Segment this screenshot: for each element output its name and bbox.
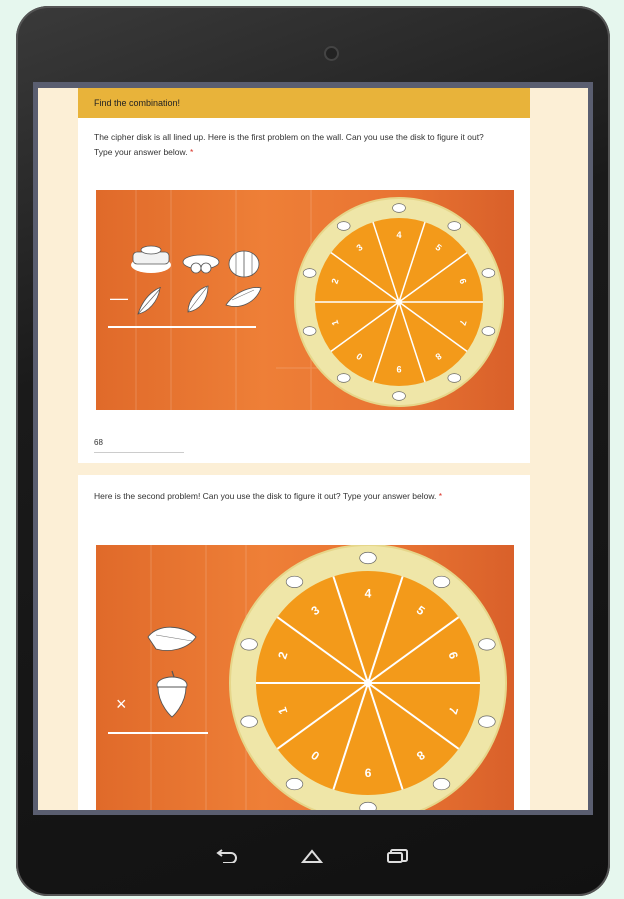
home-icon[interactable] bbox=[298, 845, 326, 867]
ring-symbol-icon bbox=[285, 575, 304, 588]
android-nav-bar bbox=[0, 826, 624, 886]
required-asterisk: * bbox=[189, 147, 194, 157]
ring-symbol-icon bbox=[240, 715, 258, 728]
ring-symbol-icon bbox=[481, 326, 496, 336]
cipher-disk-2: 4567890123 bbox=[229, 545, 507, 810]
ring-symbol-icon bbox=[302, 326, 317, 336]
puzzle-image-1: — 45678901 2 3 bbox=[96, 190, 514, 410]
ring-symbol-icon bbox=[447, 221, 462, 231]
disk-number: 4 bbox=[396, 230, 401, 240]
screen: Find the combination! The cipher disk is… bbox=[38, 88, 588, 810]
ring-symbol-icon bbox=[432, 778, 451, 791]
ring-symbol-icon bbox=[447, 373, 462, 383]
corn-icon bbox=[225, 287, 262, 307]
question-2-prompt: Here is the second problem! Can you use … bbox=[94, 491, 443, 501]
camera bbox=[326, 48, 337, 59]
disk-number: 9 bbox=[364, 766, 371, 780]
ring-symbol-icon bbox=[478, 715, 496, 728]
ring-symbol-icon bbox=[478, 638, 496, 651]
ring-symbol-icon bbox=[302, 268, 317, 278]
ring-symbol-icon bbox=[392, 203, 406, 213]
ring-symbol-icon bbox=[240, 638, 258, 651]
puzzle-2-graphic: × 4567890123 bbox=[108, 545, 507, 810]
section-header: Find the combination! bbox=[78, 88, 530, 118]
answer-value-1: 68 bbox=[94, 438, 103, 447]
pie-icon bbox=[131, 245, 171, 273]
answer-input-1[interactable]: 68 bbox=[94, 438, 184, 453]
question-1-prompt: The cipher disk is all lined up. Here is… bbox=[94, 132, 484, 157]
pumpkin-icon bbox=[228, 250, 260, 278]
puzzle-1-graphic: — 4567890123 bbox=[108, 190, 504, 410]
disk-number: 4 bbox=[365, 586, 372, 600]
question-card-2: Here is the second problem! Can you use … bbox=[78, 475, 530, 810]
acorn-icon bbox=[156, 670, 188, 718]
disk-number: 9 bbox=[396, 364, 401, 374]
ring-symbol-icon bbox=[392, 391, 406, 401]
oak-leaf-icon bbox=[187, 285, 209, 313]
ring-symbol-icon bbox=[336, 221, 351, 231]
ring-symbol-icon bbox=[285, 778, 304, 791]
ring-symbol-icon bbox=[432, 575, 451, 588]
back-arrow-icon[interactable] bbox=[212, 845, 240, 867]
recents-icon[interactable] bbox=[384, 845, 412, 867]
ring-symbol-icon bbox=[481, 268, 496, 278]
cornucopia-icon bbox=[147, 626, 197, 651]
cranberry-icon bbox=[182, 254, 220, 274]
required-asterisk: * bbox=[438, 491, 443, 501]
ring-symbol-icon bbox=[336, 373, 351, 383]
question-card-1: Find the combination! The cipher disk is… bbox=[78, 88, 530, 463]
operator-symbol-1: — bbox=[110, 288, 128, 308]
leaf-icon bbox=[137, 287, 161, 315]
operator-symbol-2: × bbox=[116, 694, 127, 714]
puzzle-image-2: × 4567890123 bbox=[96, 545, 514, 810]
cipher-disk-1: 4567890123 bbox=[294, 197, 504, 407]
section-title: Find the combination! bbox=[94, 98, 181, 108]
ring-symbol-icon bbox=[359, 551, 377, 565]
